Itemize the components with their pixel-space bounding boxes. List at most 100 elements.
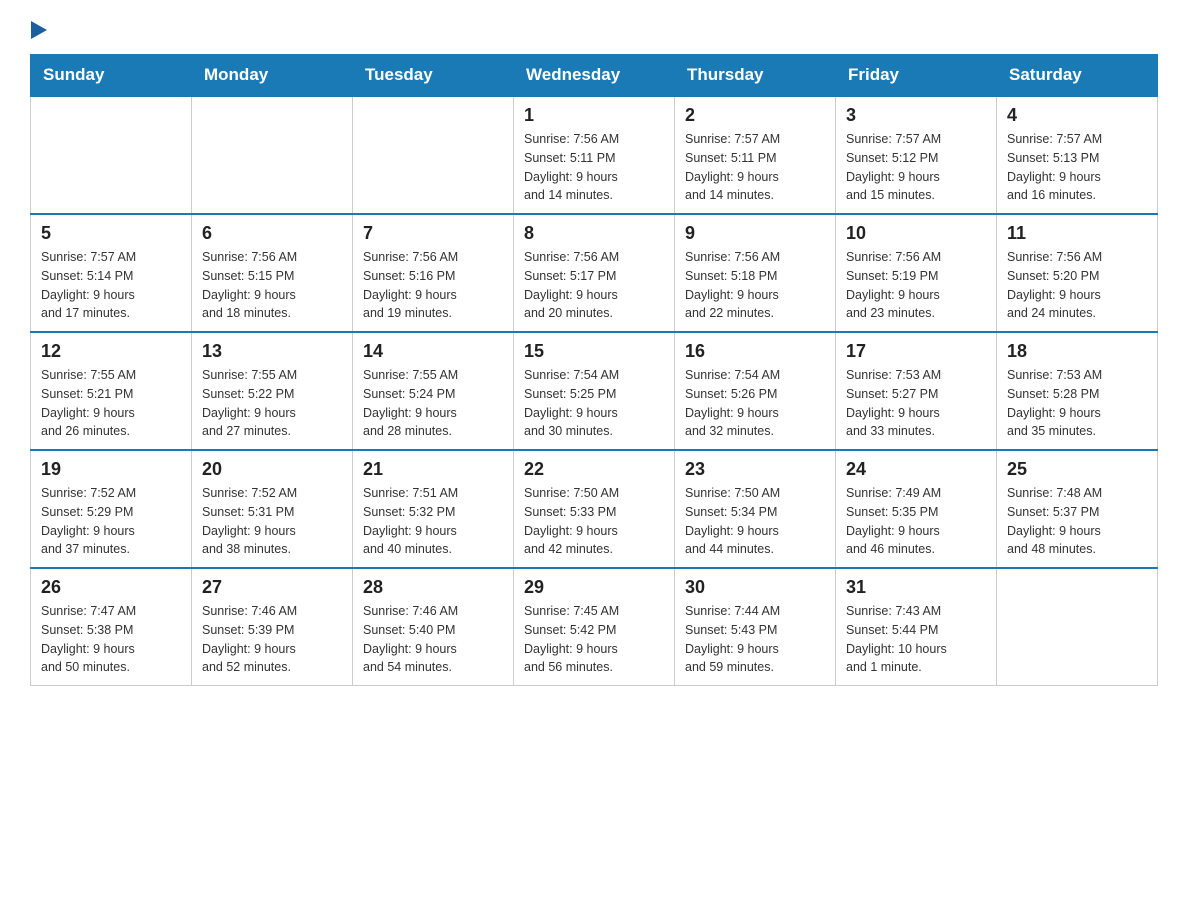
calendar-cell bbox=[31, 96, 192, 214]
day-info: Sunrise: 7:46 AM Sunset: 5:39 PM Dayligh… bbox=[202, 602, 342, 677]
calendar-cell: 26Sunrise: 7:47 AM Sunset: 5:38 PM Dayli… bbox=[31, 568, 192, 686]
calendar-cell: 13 Sunrise: 7:55 AM Sunset: 5:22 PM Dayli… bbox=[192, 332, 353, 450]
day-number: 17 bbox=[846, 341, 986, 362]
day-info: Sunrise: 7:43 AM Sunset: 5:44 PM Dayligh… bbox=[846, 602, 986, 677]
day-number: 28 bbox=[363, 577, 503, 598]
calendar-cell: 31 Sunrise: 7:43 AM Sunset: 5:44 PM Dayli… bbox=[836, 568, 997, 686]
calendar-cell: 10 Sunrise: 7:56 AM Sunset: 5:19 PM Dayli… bbox=[836, 214, 997, 332]
calendar-cell bbox=[353, 96, 514, 214]
calendar-table: SundayMondayTuesdayWednesdayThursdayFrid… bbox=[30, 54, 1158, 686]
day-number: 16 bbox=[685, 341, 825, 362]
day-of-week-header: Thursday bbox=[675, 55, 836, 97]
day-of-week-header: Saturday bbox=[997, 55, 1158, 97]
day-number: 2 bbox=[685, 105, 825, 126]
calendar-cell: 19 Sunrise: 7:52 AM Sunset: 5:29 PM Dayli… bbox=[31, 450, 192, 568]
calendar-cell: 24 Sunrise: 7:49 AM Sunset: 5:35 PM Dayli… bbox=[836, 450, 997, 568]
calendar-cell: 6Sunrise: 7:56 AM Sunset: 5:15 PM Daylig… bbox=[192, 214, 353, 332]
calendar-cell: 22 Sunrise: 7:50 AM Sunset: 5:33 PM Dayli… bbox=[514, 450, 675, 568]
day-number: 31 bbox=[846, 577, 986, 598]
day-number: 14 bbox=[363, 341, 503, 362]
day-of-week-header: Sunday bbox=[31, 55, 192, 97]
day-info: Sunrise: 7:56 AM Sunset: 5:17 PM Dayligh… bbox=[524, 248, 664, 323]
day-number: 12 bbox=[41, 341, 181, 362]
calendar-header-row: SundayMondayTuesdayWednesdayThursdayFrid… bbox=[31, 55, 1158, 97]
day-of-week-header: Wednesday bbox=[514, 55, 675, 97]
day-info: Sunrise: 7:49 AM Sunset: 5:35 PM Dayligh… bbox=[846, 484, 986, 559]
day-info: Sunrise: 7:55 AM Sunset: 5:22 PM Dayligh… bbox=[202, 366, 342, 441]
day-number: 20 bbox=[202, 459, 342, 480]
page-header bbox=[30, 20, 1158, 38]
calendar-cell: 17 Sunrise: 7:53 AM Sunset: 5:27 PM Dayli… bbox=[836, 332, 997, 450]
day-number: 30 bbox=[685, 577, 825, 598]
day-number: 10 bbox=[846, 223, 986, 244]
day-info: Sunrise: 7:56 AM Sunset: 5:11 PM Dayligh… bbox=[524, 130, 664, 205]
calendar-cell: 11Sunrise: 7:56 AM Sunset: 5:20 PM Dayli… bbox=[997, 214, 1158, 332]
calendar-cell: 21 Sunrise: 7:51 AM Sunset: 5:32 PM Dayli… bbox=[353, 450, 514, 568]
day-info: Sunrise: 7:50 AM Sunset: 5:33 PM Dayligh… bbox=[524, 484, 664, 559]
day-number: 8 bbox=[524, 223, 664, 244]
calendar-cell: 20 Sunrise: 7:52 AM Sunset: 5:31 PM Dayli… bbox=[192, 450, 353, 568]
calendar-cell: 9Sunrise: 7:56 AM Sunset: 5:18 PM Daylig… bbox=[675, 214, 836, 332]
calendar-cell: 29Sunrise: 7:45 AM Sunset: 5:42 PM Dayli… bbox=[514, 568, 675, 686]
day-number: 1 bbox=[524, 105, 664, 126]
day-info: Sunrise: 7:56 AM Sunset: 5:16 PM Dayligh… bbox=[363, 248, 503, 323]
day-info: Sunrise: 7:50 AM Sunset: 5:34 PM Dayligh… bbox=[685, 484, 825, 559]
calendar-cell: 28 Sunrise: 7:46 AM Sunset: 5:40 PM Dayli… bbox=[353, 568, 514, 686]
calendar-cell: 14Sunrise: 7:55 AM Sunset: 5:24 PM Dayli… bbox=[353, 332, 514, 450]
calendar-cell: 1 Sunrise: 7:56 AM Sunset: 5:11 PM Daylig… bbox=[514, 96, 675, 214]
day-number: 5 bbox=[41, 223, 181, 244]
day-of-week-header: Friday bbox=[836, 55, 997, 97]
day-number: 11 bbox=[1007, 223, 1147, 244]
calendar-cell: 8 Sunrise: 7:56 AM Sunset: 5:17 PM Daylig… bbox=[514, 214, 675, 332]
day-number: 27 bbox=[202, 577, 342, 598]
day-info: Sunrise: 7:55 AM Sunset: 5:21 PM Dayligh… bbox=[41, 366, 181, 441]
logo-triangle-icon bbox=[31, 21, 47, 39]
day-info: Sunrise: 7:52 AM Sunset: 5:31 PM Dayligh… bbox=[202, 484, 342, 559]
day-info: Sunrise: 7:57 AM Sunset: 5:14 PM Dayligh… bbox=[41, 248, 181, 323]
day-number: 3 bbox=[846, 105, 986, 126]
calendar-cell: 7 Sunrise: 7:56 AM Sunset: 5:16 PM Daylig… bbox=[353, 214, 514, 332]
day-number: 6 bbox=[202, 223, 342, 244]
calendar-cell: 3 Sunrise: 7:57 AM Sunset: 5:12 PM Daylig… bbox=[836, 96, 997, 214]
calendar-cell: 18Sunrise: 7:53 AM Sunset: 5:28 PM Dayli… bbox=[997, 332, 1158, 450]
day-info: Sunrise: 7:48 AM Sunset: 5:37 PM Dayligh… bbox=[1007, 484, 1147, 559]
calendar-cell: 15 Sunrise: 7:54 AM Sunset: 5:25 PM Dayli… bbox=[514, 332, 675, 450]
day-info: Sunrise: 7:47 AM Sunset: 5:38 PM Dayligh… bbox=[41, 602, 181, 677]
logo bbox=[30, 20, 49, 38]
day-info: Sunrise: 7:51 AM Sunset: 5:32 PM Dayligh… bbox=[363, 484, 503, 559]
calendar-cell: 12 Sunrise: 7:55 AM Sunset: 5:21 PM Dayli… bbox=[31, 332, 192, 450]
day-info: Sunrise: 7:44 AM Sunset: 5:43 PM Dayligh… bbox=[685, 602, 825, 677]
day-info: Sunrise: 7:57 AM Sunset: 5:13 PM Dayligh… bbox=[1007, 130, 1147, 205]
calendar-cell: 5 Sunrise: 7:57 AM Sunset: 5:14 PM Daylig… bbox=[31, 214, 192, 332]
calendar-cell: 2 Sunrise: 7:57 AM Sunset: 5:11 PM Daylig… bbox=[675, 96, 836, 214]
calendar-cell: 23 Sunrise: 7:50 AM Sunset: 5:34 PM Dayli… bbox=[675, 450, 836, 568]
day-number: 22 bbox=[524, 459, 664, 480]
day-info: Sunrise: 7:54 AM Sunset: 5:26 PM Dayligh… bbox=[685, 366, 825, 441]
calendar-cell: 16 Sunrise: 7:54 AM Sunset: 5:26 PM Dayli… bbox=[675, 332, 836, 450]
calendar-week-row: 1 Sunrise: 7:56 AM Sunset: 5:11 PM Daylig… bbox=[31, 96, 1158, 214]
day-info: Sunrise: 7:53 AM Sunset: 5:27 PM Dayligh… bbox=[846, 366, 986, 441]
day-info: Sunrise: 7:46 AM Sunset: 5:40 PM Dayligh… bbox=[363, 602, 503, 677]
calendar-cell: 27 Sunrise: 7:46 AM Sunset: 5:39 PM Dayli… bbox=[192, 568, 353, 686]
day-info: Sunrise: 7:54 AM Sunset: 5:25 PM Dayligh… bbox=[524, 366, 664, 441]
day-number: 4 bbox=[1007, 105, 1147, 126]
calendar-week-row: 12 Sunrise: 7:55 AM Sunset: 5:21 PM Dayli… bbox=[31, 332, 1158, 450]
calendar-cell: 30 Sunrise: 7:44 AM Sunset: 5:43 PM Dayli… bbox=[675, 568, 836, 686]
day-number: 15 bbox=[524, 341, 664, 362]
day-number: 21 bbox=[363, 459, 503, 480]
day-info: Sunrise: 7:52 AM Sunset: 5:29 PM Dayligh… bbox=[41, 484, 181, 559]
day-number: 18 bbox=[1007, 341, 1147, 362]
day-number: 19 bbox=[41, 459, 181, 480]
day-number: 13 bbox=[202, 341, 342, 362]
day-info: Sunrise: 7:57 AM Sunset: 5:11 PM Dayligh… bbox=[685, 130, 825, 205]
calendar-cell: 25 Sunrise: 7:48 AM Sunset: 5:37 PM Dayli… bbox=[997, 450, 1158, 568]
day-number: 25 bbox=[1007, 459, 1147, 480]
day-number: 9 bbox=[685, 223, 825, 244]
day-number: 23 bbox=[685, 459, 825, 480]
day-number: 7 bbox=[363, 223, 503, 244]
calendar-week-row: 19 Sunrise: 7:52 AM Sunset: 5:29 PM Dayli… bbox=[31, 450, 1158, 568]
day-info: Sunrise: 7:57 AM Sunset: 5:12 PM Dayligh… bbox=[846, 130, 986, 205]
calendar-week-row: 26Sunrise: 7:47 AM Sunset: 5:38 PM Dayli… bbox=[31, 568, 1158, 686]
day-info: Sunrise: 7:56 AM Sunset: 5:19 PM Dayligh… bbox=[846, 248, 986, 323]
day-number: 24 bbox=[846, 459, 986, 480]
